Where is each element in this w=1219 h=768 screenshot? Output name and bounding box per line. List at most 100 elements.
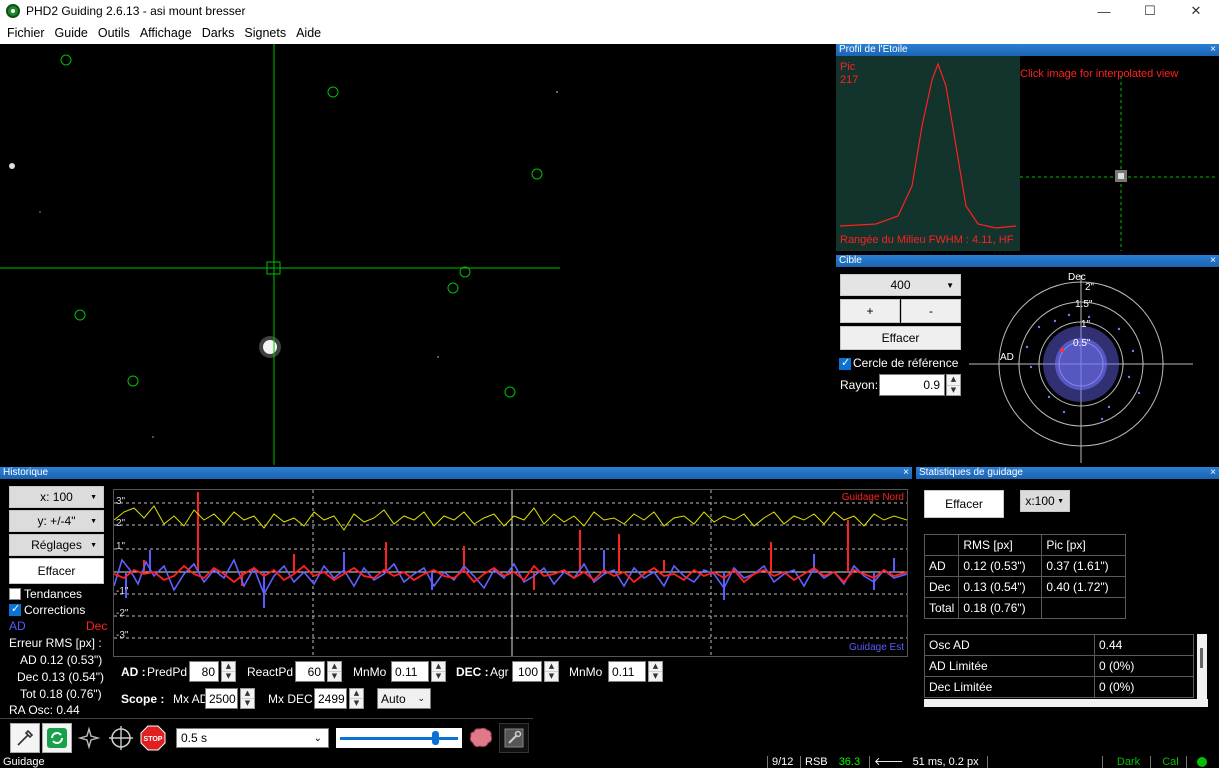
stats-list[interactable]: Osc AD 0.44 AD Limitée 0 (0%) Dec Limité… <box>924 634 1194 698</box>
stats-scrollbar[interactable] <box>1197 634 1207 700</box>
zoom-in-button[interactable]: + <box>840 299 900 323</box>
ref-circle-checkbox[interactable] <box>839 356 851 370</box>
stats-table: RMS [px] Pic [px] AD 0.12 (0.53") 0.37 (… <box>923 534 1127 619</box>
loop-button[interactable] <box>42 723 72 753</box>
stop-icon-label: STOP <box>144 736 163 743</box>
history-clear-button[interactable]: Effacer <box>9 558 104 584</box>
target-panel: Cible × 400 ▼ + - Effacer Cercle de réfé… <box>836 255 1219 463</box>
interpolate-hint: Click image for interpolated view <box>1020 68 1179 80</box>
mxad-input[interactable]: 2500 <box>205 688 238 709</box>
dec-mode-select[interactable]: Auto ⌄ <box>377 688 431 709</box>
menu-guide[interactable]: Guide <box>50 26 93 40</box>
predpd-input[interactable]: 80 <box>189 661 219 682</box>
guide-button[interactable] <box>106 723 136 753</box>
table-header-row: RMS [px] Pic [px] <box>923 534 1127 556</box>
radius-input[interactable]: 0.9 <box>879 374 945 396</box>
stats-horizontal-scrollbar[interactable] <box>924 699 1208 707</box>
table-cell: 0.37 (1.61") <box>1041 555 1127 577</box>
exposure-select[interactable]: 0.5 s ⌄ <box>176 728 329 748</box>
menu-aide[interactable]: Aide <box>291 26 326 40</box>
history-y-scale-select[interactable]: y: +/-4" ▼ <box>9 510 104 532</box>
brain-button[interactable] <box>466 723 496 753</box>
camera-image[interactable] <box>0 44 832 465</box>
table-cell: 0.40 (1.72") <box>1041 576 1127 598</box>
list-cell: 0 (0%) <box>1094 655 1194 677</box>
chevron-down-icon: ▼ <box>90 517 97 525</box>
stats-x-scale-select[interactable]: x:100 ▼ <box>1020 490 1070 512</box>
agr-input[interactable]: 100 <box>512 661 542 682</box>
history-settings-select[interactable]: Réglages ▼ <box>9 534 104 556</box>
table-header-cell <box>923 534 960 556</box>
predpd-spinner[interactable]: ▲ ▼ <box>221 661 236 682</box>
history-x-scale-select[interactable]: x: 100 ▼ <box>9 486 104 508</box>
panel-header: Statistiques de guidage × <box>916 467 1219 479</box>
target-zoom-select[interactable]: 400 ▼ <box>840 274 961 296</box>
stats-clear-button[interactable]: Effacer <box>924 490 1004 518</box>
corrections-checkbox[interactable] <box>9 602 21 616</box>
gamma-slider[interactable] <box>336 728 462 748</box>
mnmo-dec-spinner[interactable]: ▲ ▼ <box>648 661 663 682</box>
mnmo-dec-input[interactable]: 0.11 <box>608 661 646 682</box>
mnmo-ra-spinner[interactable]: ▲ ▼ <box>431 661 446 682</box>
guide-settings-button[interactable] <box>499 723 529 753</box>
menu-darks[interactable]: Darks <box>197 26 240 40</box>
close-icon[interactable]: × <box>1210 255 1216 267</box>
maximize-button[interactable]: ☐ <box>1127 0 1173 22</box>
table-cell: Total <box>923 597 960 619</box>
menu-outils[interactable]: Outils <box>93 26 135 40</box>
arrow-left-icon: 🡐 <box>874 755 904 768</box>
mxdec-spinner[interactable]: ▲ ▼ <box>349 688 364 709</box>
table-row: Dec 0.13 (0.54") 0.40 (1.72") <box>923 576 1127 598</box>
chevron-down-icon: ▼ <box>1057 497 1064 505</box>
list-cell: 0 (0%) <box>1094 676 1194 698</box>
camera-view[interactable] <box>0 44 832 465</box>
agr-spinner[interactable]: ▲ ▼ <box>544 661 559 682</box>
list-item: Osc AD 0.44 <box>924 634 1194 656</box>
close-icon[interactable]: × <box>903 467 909 479</box>
connect-equipment-button[interactable] <box>10 723 40 753</box>
graph-north-label: Guidage Nord <box>841 492 904 503</box>
mxdec-input[interactable]: 2499 <box>314 688 347 709</box>
window-title: PHD2 Guiding 2.6.13 - asi mount bresser <box>26 4 246 18</box>
auto-select-star-button[interactable] <box>74 723 104 753</box>
rms-ra: AD 0.12 (0.53") <box>20 653 103 667</box>
menu-signets[interactable]: Signets <box>239 26 291 40</box>
mnmo-dec-label: MnMo <box>569 665 603 679</box>
minimize-button[interactable]: — <box>1081 0 1127 22</box>
target-clear-button[interactable]: Effacer <box>840 326 961 350</box>
trends-label: Tendances <box>24 587 83 601</box>
guide-state: Guidage <box>3 756 45 768</box>
slider-thumb[interactable] <box>432 731 439 745</box>
agr-label: Agr <box>490 665 509 679</box>
rms-dec: Dec 0.13 (0.54") <box>17 670 104 684</box>
stats-x-scale-value: x:100 <box>1025 494 1055 508</box>
dec-axis-label: Dec <box>1068 272 1086 283</box>
panel-title: Statistiques de guidage <box>919 467 1023 478</box>
trends-checkbox[interactable] <box>9 588 21 600</box>
radius-spinner[interactable]: ▲ ▼ <box>946 374 961 396</box>
status-spacer <box>987 756 1102 768</box>
close-button[interactable]: ✕ <box>1173 0 1219 22</box>
reactpd-input[interactable]: 60 <box>295 661 325 682</box>
mxad-spinner[interactable]: ▲ ▼ <box>240 688 255 709</box>
mnmo-ra-input[interactable]: 0.11 <box>391 661 429 682</box>
star-zoom-image[interactable]: Click image for interpolated view <box>1020 56 1218 251</box>
menu-fichier[interactable]: Fichier <box>2 26 50 40</box>
table-cell: 0.18 (0.76") <box>958 597 1043 619</box>
close-icon[interactable]: × <box>1210 467 1216 479</box>
scrollbar-thumb[interactable] <box>1200 648 1203 668</box>
stop-button[interactable]: STOP <box>138 723 168 753</box>
menu-affichage[interactable]: Affichage <box>135 26 197 40</box>
reactpd-label: ReactPd <box>247 665 294 679</box>
settings-label: Réglages <box>31 538 82 552</box>
snr-label: RSB <box>805 756 828 768</box>
zoom-out-button[interactable]: - <box>901 299 961 323</box>
table-header-cell: RMS [px] <box>958 534 1043 556</box>
list-item: Dec Limitée 0 (0%) <box>924 676 1194 698</box>
mnmo-ra-label: MnMo <box>353 665 387 679</box>
table-cell <box>1041 597 1127 619</box>
reactpd-spinner[interactable]: ▲ ▼ <box>327 661 342 682</box>
close-icon[interactable]: × <box>1210 44 1216 56</box>
target-plot <box>969 275 1193 463</box>
history-graph[interactable]: 3" 2" 1" -1" -2" -3" Guidage Nord Guidag… <box>113 489 908 657</box>
